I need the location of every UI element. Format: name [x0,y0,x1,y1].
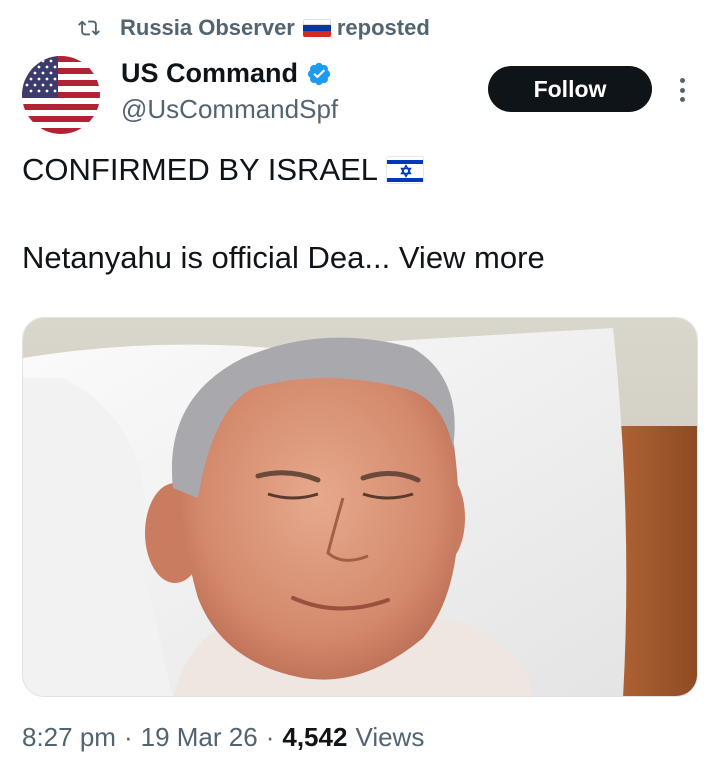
follow-button[interactable]: Follow [488,66,652,112]
author-handle[interactable]: @UsCommandSpf [121,94,338,125]
more-dot [679,87,685,93]
meta-separator: · [123,722,133,752]
tweet-time[interactable]: 8:27 pm [22,722,116,753]
views-label: Views [355,722,425,752]
tweet-body: Netanyahu is official Dea... [22,240,391,275]
repost-context[interactable]: Russia Observer reposted [78,12,430,44]
avatar[interactable] [22,56,100,134]
views-count[interactable]: 4,542 [282,722,347,753]
more-dot [679,97,685,102]
author-name-row[interactable]: US Command [121,58,332,89]
display-name[interactable]: US Command [121,58,298,89]
meta-separator: · [265,722,275,752]
more-dot [679,78,685,83]
us-flag-avatar-icon [22,56,100,134]
reposted-label: reposted [336,15,430,40]
israel-flag-icon [386,156,425,184]
more-vertical-icon[interactable] [672,74,692,106]
tweet-headline: CONFIRMED BY ISRAEL [22,152,379,187]
tweet-date[interactable]: 19 Mar 26 [141,722,258,753]
tweet-text-line-1: CONFIRMED BY ISRAEL [22,152,425,188]
tweet-photo[interactable] [22,317,698,697]
view-more-link[interactable]: View more [399,240,545,275]
tweet-text-line-2: Netanyahu is official Dea... View more [22,240,545,276]
reposter-name[interactable]: Russia Observer [120,15,295,41]
tweet-meta: 8:27 pm · 19 Mar 26 · 4,542 Views [22,722,424,753]
repost-icon [78,20,100,36]
verified-badge-icon[interactable] [306,61,332,87]
photo-man-in-hospital-bed [23,318,697,696]
russia-flag-icon [302,19,331,37]
